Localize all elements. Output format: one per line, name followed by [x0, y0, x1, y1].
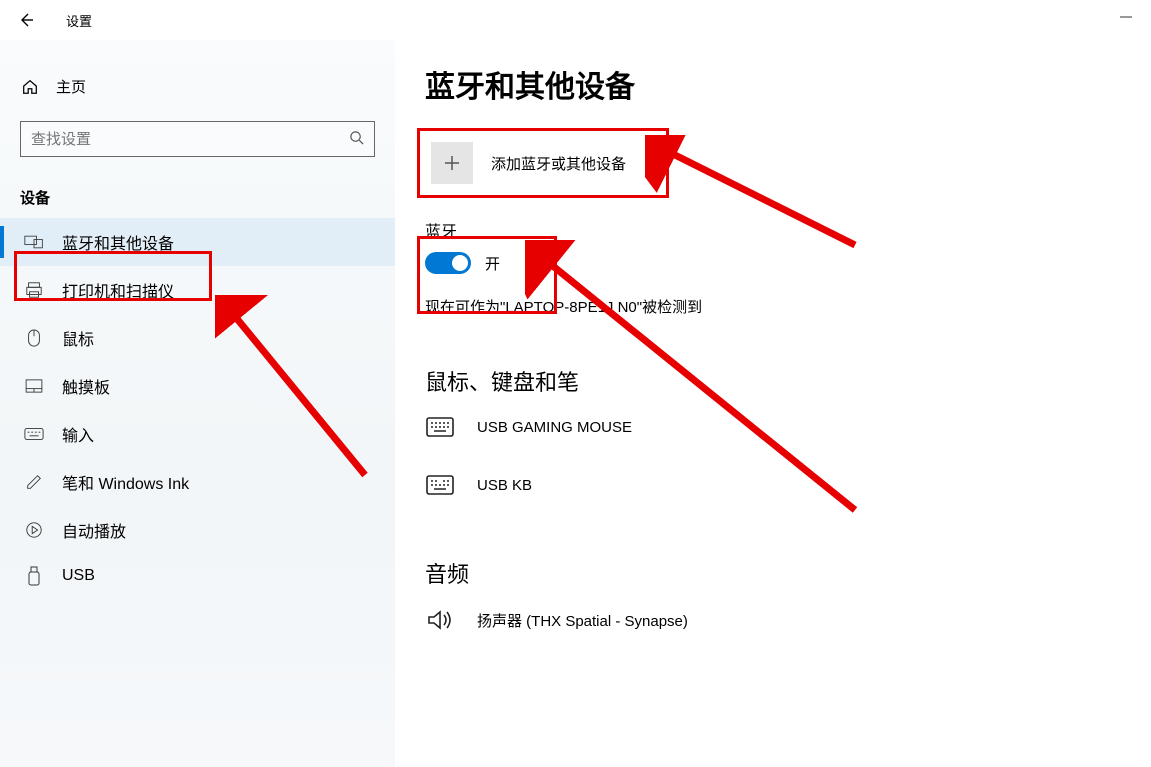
plus-icon: [431, 142, 473, 184]
sidebar-item-label: 自动播放: [62, 518, 126, 542]
home-icon: [20, 78, 40, 96]
sidebar-item-label: 打印机和扫描仪: [62, 278, 174, 302]
bluetooth-heading: 蓝牙: [425, 218, 1121, 242]
device-row[interactable]: 扬声器 (THX Spatial - Synapse): [425, 595, 1121, 645]
sidebar-section-label: 设备: [20, 187, 375, 208]
usb-icon: [24, 566, 44, 586]
sidebar-item-printers[interactable]: 打印机和扫描仪: [0, 266, 395, 314]
speaker-icon: [425, 609, 455, 631]
sidebar-item-label: 蓝牙和其他设备: [62, 230, 174, 254]
sidebar-item-bluetooth[interactable]: 蓝牙和其他设备: [0, 218, 395, 266]
bluetooth-state-label: 开: [485, 253, 500, 274]
printer-icon: [24, 281, 44, 299]
sidebar-item-mouse[interactable]: 鼠标: [0, 314, 395, 362]
home-label: 主页: [56, 76, 86, 97]
search-icon: [349, 130, 364, 149]
device-name: 扬声器 (THX Spatial - Synapse): [477, 610, 688, 631]
page-title: 蓝牙和其他设备: [425, 62, 1121, 106]
search-input[interactable]: [31, 131, 349, 148]
discoverable-text: 现在可作为"LAPTOP-8PE1J N0"被检测到: [425, 296, 1121, 317]
sidebar-item-pen[interactable]: 笔和 Windows Ink: [0, 458, 395, 506]
add-device-label: 添加蓝牙或其他设备: [491, 153, 626, 174]
device-row[interactable]: USB GAMING MOUSE: [425, 403, 1121, 451]
sidebar-item-typing[interactable]: 输入: [0, 410, 395, 458]
sidebar-item-autoplay[interactable]: 自动播放: [0, 506, 395, 554]
main-content: 蓝牙和其他设备 添加蓝牙或其他设备 蓝牙 开 现在可作为"LAPTOP-8PE1…: [395, 40, 1151, 767]
sidebar-item-touchpad[interactable]: 触摸板: [0, 362, 395, 410]
search-input-wrap[interactable]: [20, 121, 375, 157]
add-device-button[interactable]: 添加蓝牙或其他设备: [425, 136, 636, 190]
sidebar-item-label: 笔和 Windows Ink: [62, 470, 189, 494]
device-row[interactable]: USB KB: [425, 461, 1121, 509]
autoplay-icon: [24, 521, 44, 539]
keyboard-icon: [24, 427, 44, 441]
sidebar-item-usb[interactable]: USB: [0, 554, 395, 598]
device-name: USB KB: [477, 477, 532, 494]
titlebar: 设置: [0, 0, 1151, 40]
mouse-icon: [24, 329, 44, 347]
sidebar: 主页 设备 蓝牙和其他设备 打印机和扫描仪 鼠标: [0, 40, 395, 767]
device-name: USB GAMING MOUSE: [477, 419, 632, 436]
keyboard-icon: [425, 417, 455, 437]
touchpad-icon: [24, 379, 44, 393]
sidebar-item-label: 输入: [62, 422, 94, 446]
back-button[interactable]: [12, 6, 40, 34]
back-arrow-icon: [18, 12, 34, 28]
minimize-icon: [1119, 10, 1133, 24]
minimize-button[interactable]: [1119, 10, 1133, 27]
window-title: 设置: [66, 11, 92, 30]
devices-icon: [24, 235, 44, 249]
sidebar-item-label: 触摸板: [62, 374, 110, 398]
sidebar-item-label: USB: [62, 567, 95, 585]
pen-icon: [24, 473, 44, 491]
sidebar-item-label: 鼠标: [62, 326, 94, 350]
group-title-audio: 音频: [425, 557, 1121, 589]
bluetooth-toggle[interactable]: [425, 252, 471, 274]
home-nav[interactable]: 主页: [0, 68, 395, 105]
group-title-input: 鼠标、键盘和笔: [425, 365, 1121, 397]
keyboard-icon: [425, 475, 455, 495]
